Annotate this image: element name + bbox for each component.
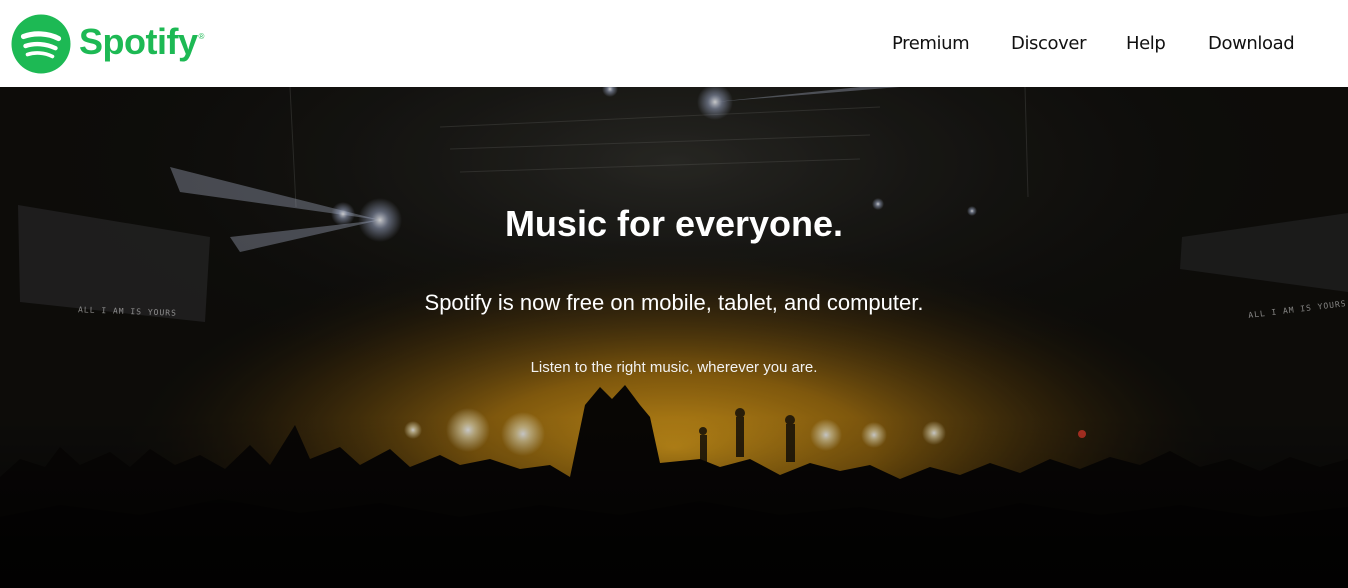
nav-link-discover[interactable]: Discover: [1011, 33, 1086, 54]
spotify-logo-link[interactable]: Spotify ®: [11, 14, 204, 74]
nav-link-help[interactable]: Help: [1126, 33, 1166, 54]
hero-tagline: Listen to the right music, wherever you …: [530, 359, 818, 376]
top-navbar: Spotify ® Premium Discover Help Download: [0, 0, 1348, 87]
hero-section: ALL I AM IS YOURS ALL I AM IS YOURS Musi…: [0, 87, 1348, 588]
hero-subtitle: Spotify is now free on mobile, tablet, a…: [424, 290, 924, 315]
hero-title: Music for everyone.: [504, 203, 844, 244]
concert-background-image: [0, 87, 1348, 588]
brand-name: Spotify: [79, 21, 198, 62]
spotify-logo-icon: [11, 14, 71, 74]
registered-mark: ®: [198, 32, 205, 41]
nav-link-download[interactable]: Download: [1208, 33, 1295, 54]
nav-link-premium[interactable]: Premium: [892, 33, 970, 54]
